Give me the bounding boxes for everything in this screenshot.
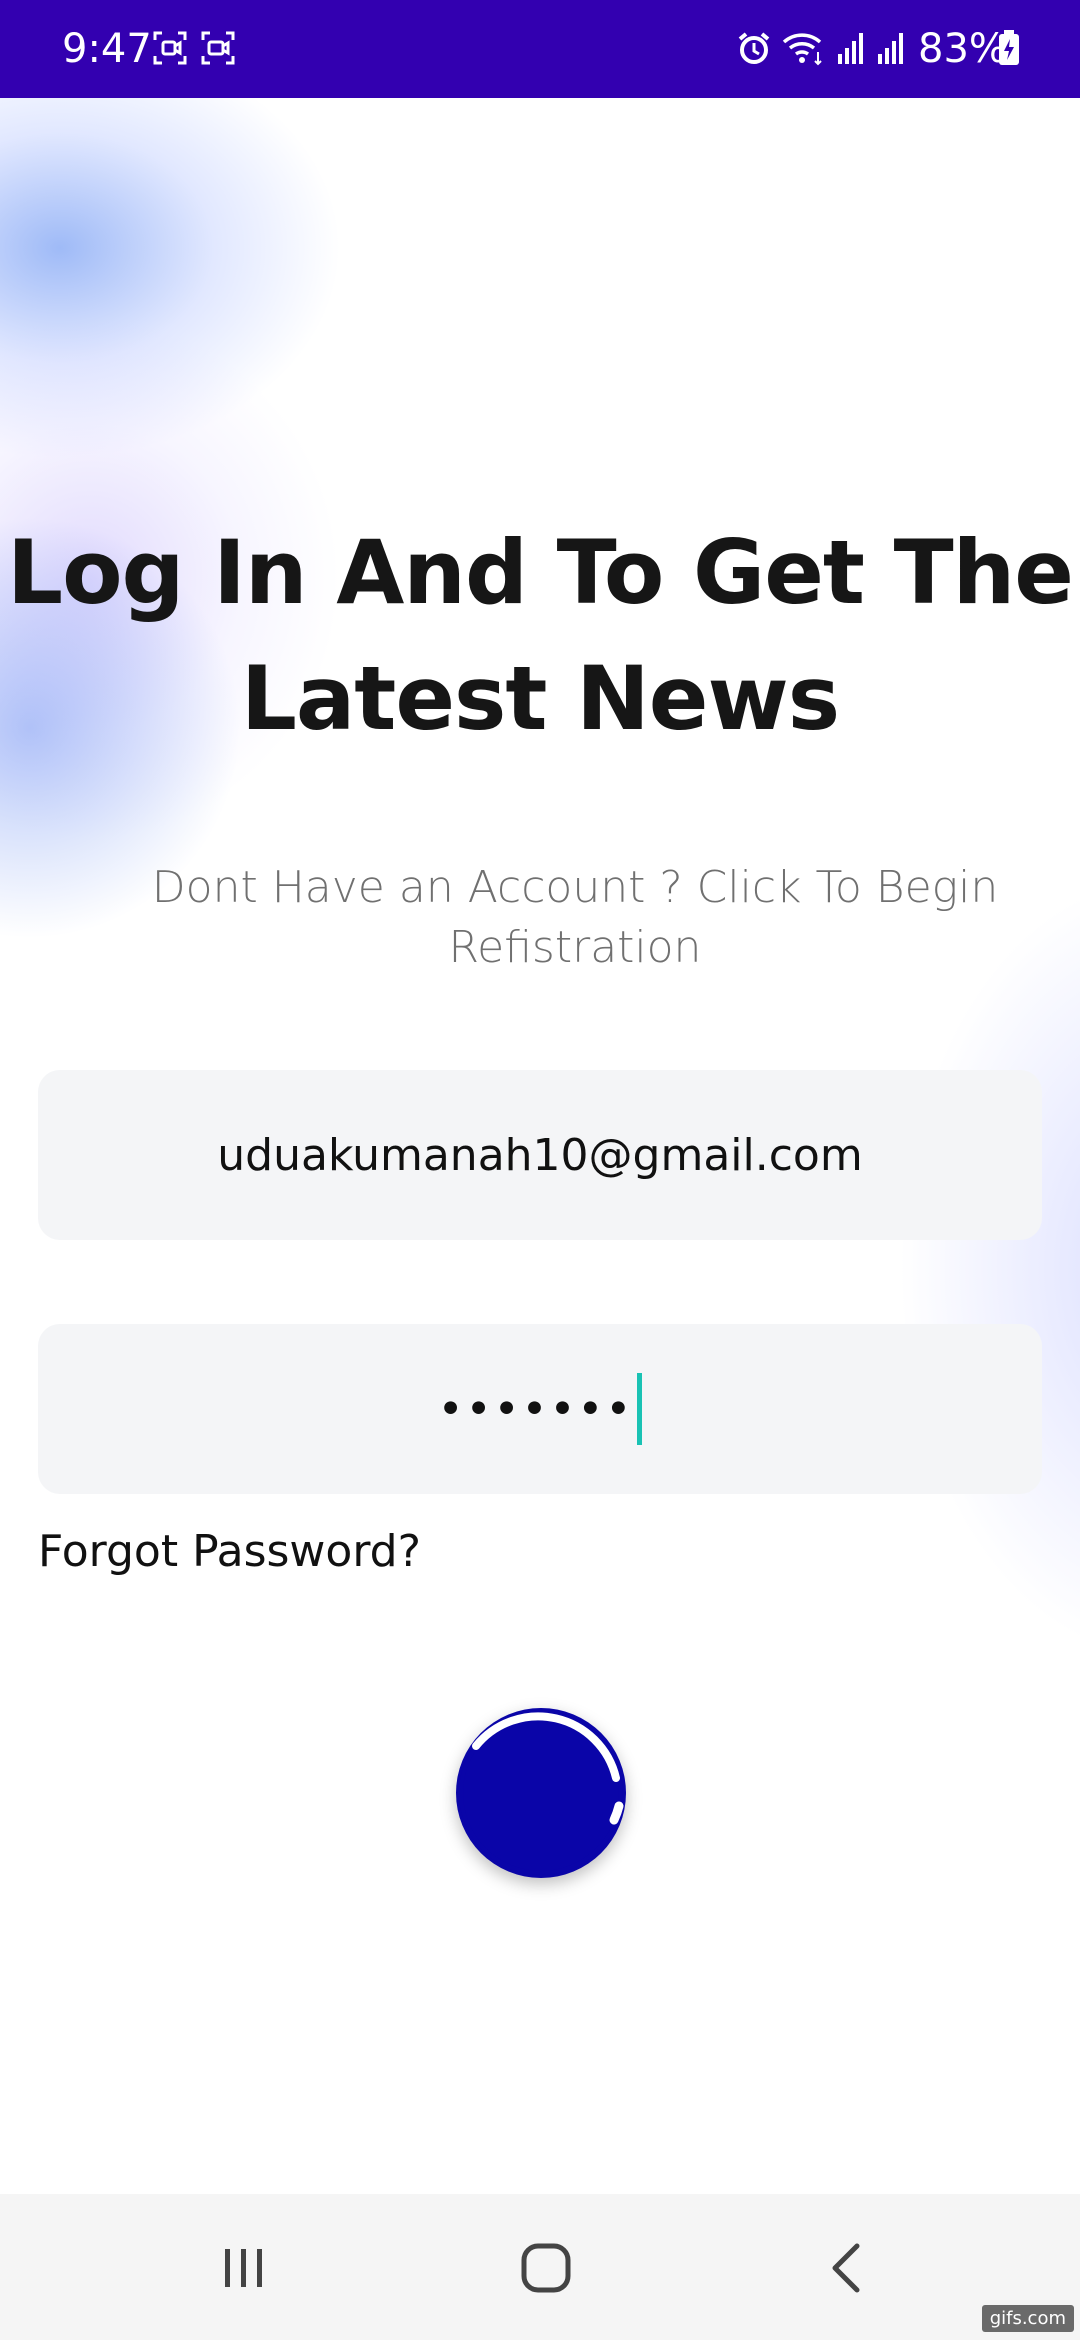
battery-charging-icon xyxy=(998,30,1020,71)
page-title-line1: Log In And To Get The xyxy=(7,521,1074,624)
email-field[interactable]: uduakumanah10@gmail.com xyxy=(38,1070,1042,1240)
background-blob xyxy=(900,878,1080,1658)
screen-record-icon xyxy=(200,30,236,71)
alarm-icon xyxy=(736,30,772,71)
register-link[interactable]: Dont Have an Account ? Click To Begin Re… xyxy=(130,858,1020,978)
screenshot-icon xyxy=(152,30,188,71)
wifi-icon xyxy=(782,30,824,71)
loading-spinner-icon xyxy=(459,1711,624,1875)
recents-button[interactable] xyxy=(184,2238,304,2298)
back-icon xyxy=(832,2243,860,2293)
status-time: 9:47 xyxy=(62,26,152,72)
back-button[interactable] xyxy=(788,2238,908,2298)
email-value: uduakumanah10@gmail.com xyxy=(217,1129,863,1181)
login-screen: Log In And To Get The Latest News Dont H… xyxy=(0,98,1080,2194)
signal-icon xyxy=(836,30,868,71)
home-button[interactable] xyxy=(486,2238,606,2298)
signal-icon xyxy=(876,30,908,71)
register-link-line2: Refistration xyxy=(448,922,702,973)
watermark: gifs.com xyxy=(981,2305,1074,2332)
system-nav-bar: gifs.com xyxy=(0,2194,1080,2340)
text-caret xyxy=(637,1373,643,1445)
page-title-line2: Latest News xyxy=(240,647,840,750)
battery-percent: 83% xyxy=(918,26,1007,72)
status-bar: 9:47 83% xyxy=(0,0,1080,98)
recents-icon xyxy=(225,2249,262,2287)
page-title: Log In And To Get The Latest News xyxy=(0,510,1080,762)
register-link-line1: Dont Have an Account ? Click To Begin xyxy=(151,862,999,913)
login-button[interactable] xyxy=(456,1708,626,1878)
password-field[interactable]: ••••••• xyxy=(38,1324,1042,1494)
home-icon xyxy=(521,2243,571,2293)
forgot-password-link[interactable]: Forgot Password? xyxy=(38,1526,421,1577)
password-value: ••••••• xyxy=(437,1383,634,1435)
